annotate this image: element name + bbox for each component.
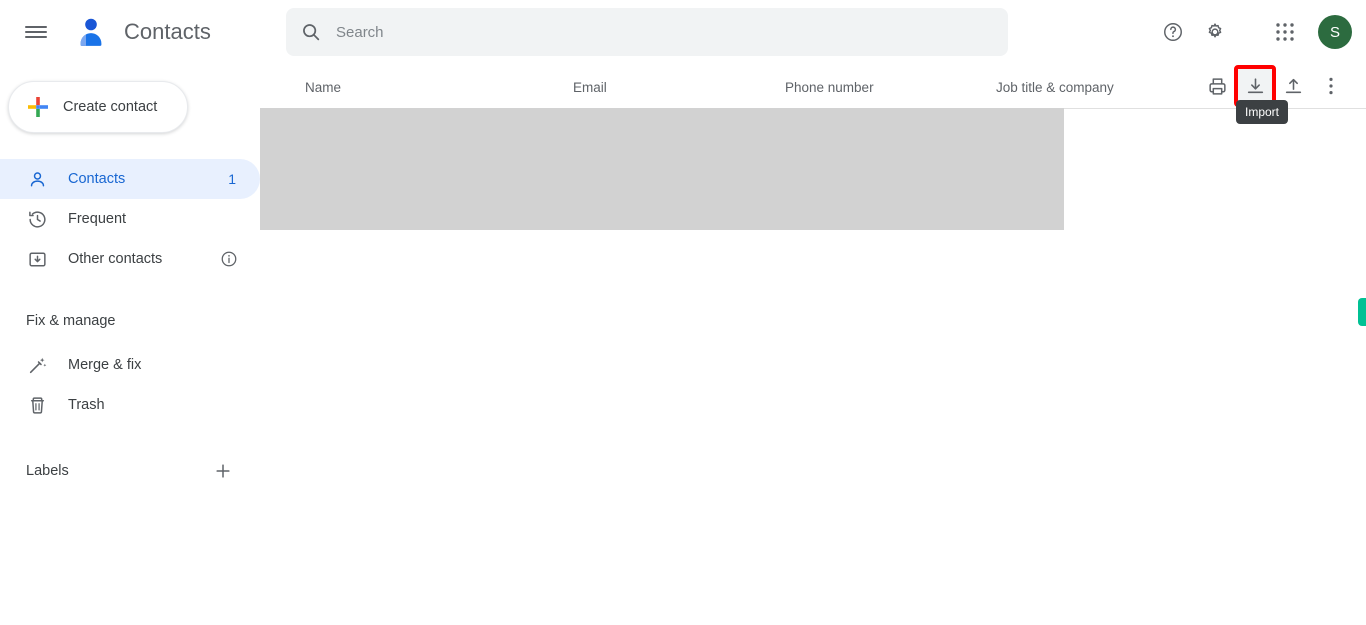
sidebar-item-contacts[interactable]: Contacts 1 <box>0 159 260 199</box>
more-vert-icon[interactable] <box>1312 67 1350 105</box>
import-tooltip: Import <box>1236 100 1289 124</box>
plus-icon[interactable] <box>208 456 238 486</box>
labels-section-header: Labels <box>0 453 260 489</box>
hamburger-bar-1 <box>25 26 47 28</box>
column-header-name[interactable]: Name <box>305 80 341 95</box>
page-title: Contacts <box>124 19 211 44</box>
google-plus-icon <box>27 96 49 118</box>
sidebar-item-other-contacts-label: Other contacts <box>68 251 163 267</box>
hamburger-bar-3 <box>25 36 47 38</box>
trash-icon <box>26 394 48 416</box>
search-icon <box>300 21 322 43</box>
sidebar-item-other-contacts[interactable]: Other contacts <box>0 239 260 279</box>
labels-heading: Labels <box>26 463 69 479</box>
sidebar-nav-list: Contacts 1 Frequent Other contacts <box>0 159 260 279</box>
sidebar-item-trash-label: Trash <box>68 397 105 413</box>
sidebar: Create contact Contacts 1 Frequent Other… <box>0 64 260 625</box>
contacts-app: Contacts Search S Create contact Contact… <box>0 0 1366 625</box>
contacts-table: Name Email Phone number Job title & comp… <box>260 64 1366 625</box>
create-contact-label: Create contact <box>63 99 158 115</box>
search-bar[interactable] <box>286 8 1008 56</box>
hamburger-bar-2 <box>25 31 47 33</box>
column-header-job-title-company[interactable]: Job title & company <box>996 80 1114 95</box>
table-header-row: Name Email Phone number Job title & comp… <box>260 64 1366 108</box>
contacts-list-placeholder <box>260 108 1064 230</box>
search-input[interactable] <box>336 23 936 41</box>
scroll-marker[interactable] <box>1358 298 1366 326</box>
fix-manage-list: Merge & fix Trash <box>0 345 260 425</box>
sidebar-item-merge-fix-label: Merge & fix <box>68 357 142 373</box>
create-contact-button[interactable]: Create contact <box>8 81 188 133</box>
top-right-actions: S <box>1152 8 1352 56</box>
sidebar-item-contacts-count: 1 <box>228 171 236 187</box>
sidebar-item-frequent[interactable]: Frequent <box>0 199 260 239</box>
sidebar-item-frequent-label: Frequent <box>68 211 127 227</box>
column-header-email[interactable]: Email <box>573 80 607 95</box>
gear-icon[interactable] <box>1194 11 1236 53</box>
hamburger-bars <box>25 23 47 41</box>
help-circle-icon[interactable] <box>1152 11 1194 53</box>
history-clock-icon <box>26 208 48 230</box>
hamburger-menu-icon[interactable] <box>12 8 60 56</box>
avatar[interactable]: S <box>1318 15 1352 49</box>
column-header-phone-number[interactable]: Phone number <box>785 80 874 95</box>
fix-manage-heading: Fix & manage <box>26 313 116 329</box>
info-circle-icon[interactable] <box>220 250 238 268</box>
sidebar-item-trash[interactable]: Trash <box>0 385 260 425</box>
archive-box-icon <box>26 248 48 270</box>
magic-wand-icon <box>26 354 48 376</box>
person-icon <box>26 168 48 190</box>
brand-logo-title[interactable]: Contacts <box>74 15 211 49</box>
print-button[interactable] <box>1198 67 1236 105</box>
top-bar: Contacts Search S <box>0 0 1366 64</box>
sidebar-item-merge-fix[interactable]: Merge & fix <box>0 345 260 385</box>
sidebar-item-contacts-label: Contacts <box>68 171 126 187</box>
grid-apps-icon[interactable] <box>1264 11 1306 53</box>
contacts-person-icon <box>74 15 108 49</box>
